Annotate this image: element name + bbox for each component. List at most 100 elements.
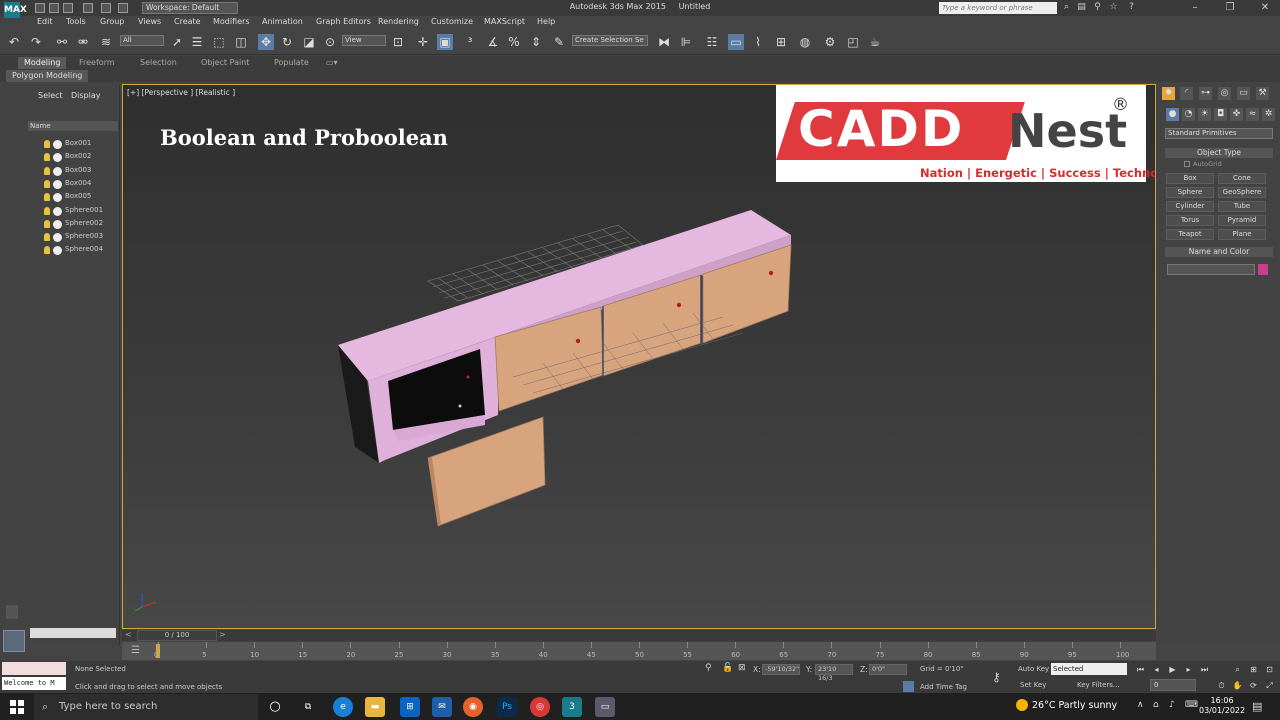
explorer-display-menu[interactable]: Display [71, 91, 101, 100]
menu-maxscript[interactable]: MAXScript [484, 17, 525, 26]
key-filters-button[interactable]: Key Filters... [1077, 681, 1120, 689]
object-type-rollout[interactable]: Object Type [1165, 148, 1273, 158]
object-type-button[interactable]: Torus [1166, 215, 1214, 226]
object-type-button[interactable]: Pyramid [1218, 215, 1266, 226]
menu-create[interactable]: Create [174, 17, 201, 26]
mail-icon[interactable]: ✉ [432, 697, 452, 717]
language-icon[interactable]: ⌨ [1185, 700, 1198, 710]
file-explorer-icon[interactable]: ▬ [365, 697, 385, 717]
windows-start-icon[interactable] [10, 700, 24, 714]
object-type-button[interactable]: Box [1166, 173, 1214, 184]
scene-object-row[interactable]: Box001 [28, 138, 118, 151]
layer-explorer-icon[interactable]: ☷ [704, 34, 720, 50]
tab-selection[interactable]: Selection [134, 57, 183, 69]
task-view-icon[interactable]: ⧉ [298, 697, 318, 717]
toggle-ribbon-icon[interactable]: ▭ [728, 34, 744, 50]
shapes-icon[interactable]: ◔ [1182, 108, 1195, 121]
subscription-icon[interactable]: ▤ [1076, 2, 1087, 13]
next-frame-icon[interactable]: ▸ [1183, 664, 1194, 675]
taskbar-search-box[interactable]: Type here to search [34, 694, 258, 720]
maxscript-mini-listener[interactable] [2, 662, 66, 675]
maximize-button[interactable]: ❐ [1215, 0, 1245, 16]
go-to-end-icon[interactable]: ⏭ [1199, 664, 1210, 675]
show-hidden-icons[interactable]: ∧ [1137, 700, 1144, 710]
zoom-extents-icon[interactable]: ⊡ [1264, 664, 1275, 675]
light-bulb-icon[interactable] [44, 246, 50, 255]
selection-filter-dropdown[interactable]: All [120, 35, 164, 46]
select-and-scale-icon[interactable]: ◪ [301, 34, 317, 50]
name-column-header[interactable]: Name [28, 121, 118, 131]
visibility-icon[interactable] [53, 166, 62, 176]
communication-center-icon[interactable]: ⚲ [1092, 2, 1103, 13]
remote-desktop-icon[interactable]: ▭ [595, 697, 615, 717]
select-and-place-icon[interactable]: ⊙ [322, 34, 338, 50]
track-bar[interactable]: 0510152025303540455055606570758085909510… [122, 642, 1156, 660]
select-manipulate-icon[interactable]: ✛ [415, 34, 431, 50]
material-editor-icon[interactable]: ◍ [797, 34, 813, 50]
helpers-icon[interactable]: ✜ [1230, 108, 1243, 121]
light-bulb-icon[interactable] [44, 233, 50, 242]
object-type-button[interactable]: GeoSphere [1218, 187, 1266, 198]
time-slider[interactable]: 0 / 100 < > [122, 630, 1156, 641]
isolate-selection-icon[interactable]: ⚲ [705, 663, 712, 673]
explorer-select-menu[interactable]: Select [38, 91, 63, 100]
mirror-icon[interactable]: ⧓ [656, 34, 672, 50]
modify-tab-icon[interactable]: ◜ [1180, 87, 1193, 100]
menu-graph-editors[interactable]: Graph Editors [316, 17, 371, 26]
favorites-star-icon[interactable]: ☆ [1108, 2, 1119, 13]
absolute-mode-icon[interactable]: ⊠ [738, 663, 746, 673]
orbit-icon[interactable]: ⟳ [1248, 680, 1259, 691]
keyboard-shortcut-override-icon[interactable]: ▣ [437, 34, 453, 50]
key-mode-dropdown[interactable]: Selected [1051, 663, 1127, 675]
current-frame-field[interactable]: 0 [1150, 679, 1196, 691]
z-coordinate-field[interactable]: 0'0" [869, 664, 907, 675]
render-setup-icon[interactable]: ⚙ [822, 34, 838, 50]
autogrid-checkbox[interactable]: AutoGrid [1184, 160, 1222, 168]
add-time-tag[interactable]: Add Time Tag [920, 683, 967, 691]
light-bulb-icon[interactable] [44, 206, 50, 215]
tab-object-paint[interactable]: Object Paint [195, 57, 255, 69]
menu-help[interactable]: Help [537, 17, 555, 26]
light-bulb-icon[interactable] [44, 166, 50, 175]
space-warps-icon[interactable]: ≈ [1246, 108, 1259, 121]
display-tab-icon[interactable]: ▭ [1237, 87, 1250, 100]
rendered-frame-window-icon[interactable]: ◰ [845, 34, 861, 50]
firefox-icon[interactable]: ◉ [463, 697, 483, 717]
weather-widget[interactable]: 26°C Partly sunny [1032, 700, 1117, 711]
set-key-icon[interactable]: ⚷ [992, 670, 1001, 684]
edge-browser-icon[interactable]: e [333, 697, 353, 717]
taskbar-clock[interactable]: 16:06 03/01/2022 [1199, 696, 1245, 716]
maximize-viewport-icon[interactable]: ⤢ [1264, 680, 1275, 691]
unlink-icon[interactable]: ⚮ [75, 34, 91, 50]
spinner-snap-icon[interactable]: ⇕ [528, 34, 544, 50]
link-icon[interactable]: ⚯ [54, 34, 70, 50]
rectangular-selection-icon[interactable]: ⬚ [211, 34, 227, 50]
bind-space-warp-icon[interactable]: ≋ [98, 34, 114, 50]
perspective-viewport[interactable]: [+] [Perspective ] [Realistic ] Boolean … [122, 84, 1156, 629]
light-bulb-icon[interactable] [44, 179, 50, 188]
scene-object-row[interactable]: Box003 [28, 165, 118, 178]
binoculars-icon[interactable]: ⌕ [1061, 2, 1072, 13]
object-type-button[interactable]: Teapot [1166, 229, 1214, 240]
time-tag-icon[interactable] [903, 681, 914, 692]
zoom-icon[interactable]: ⌕ [1232, 664, 1243, 675]
object-type-button[interactable]: Tube [1218, 201, 1266, 212]
schematic-view-icon[interactable]: ⊞ [773, 34, 789, 50]
object-color-swatch[interactable] [1258, 264, 1268, 275]
menu-modifiers[interactable]: Modifiers [213, 17, 250, 26]
maxscript-listener-output[interactable]: Welcome to M [2, 677, 66, 690]
scene-object-row[interactable]: Sphere001 [28, 205, 118, 218]
cameras-icon[interactable]: ◘ [1214, 108, 1227, 121]
polygon-modeling-panel[interactable]: Polygon Modeling [6, 70, 89, 82]
volume-icon[interactable]: ♪ [1169, 700, 1175, 710]
help-search-input[interactable]: Type a keyword or phrase [939, 2, 1057, 14]
object-type-button[interactable]: Cone [1218, 173, 1266, 184]
light-bulb-icon[interactable] [44, 140, 50, 148]
viewport-label-menu[interactable]: [+] [Perspective ] [Realistic ] [127, 88, 235, 97]
layer-explorer-toggle-icon[interactable] [3, 630, 25, 652]
geometry-icon[interactable]: ● [1166, 108, 1179, 121]
angle-snap-icon[interactable]: ∡ [485, 34, 501, 50]
close-button[interactable]: ✕ [1250, 0, 1280, 16]
x-coordinate-field[interactable]: -59'10/32" [762, 664, 800, 675]
photoshop-icon[interactable]: Ps [497, 697, 517, 717]
